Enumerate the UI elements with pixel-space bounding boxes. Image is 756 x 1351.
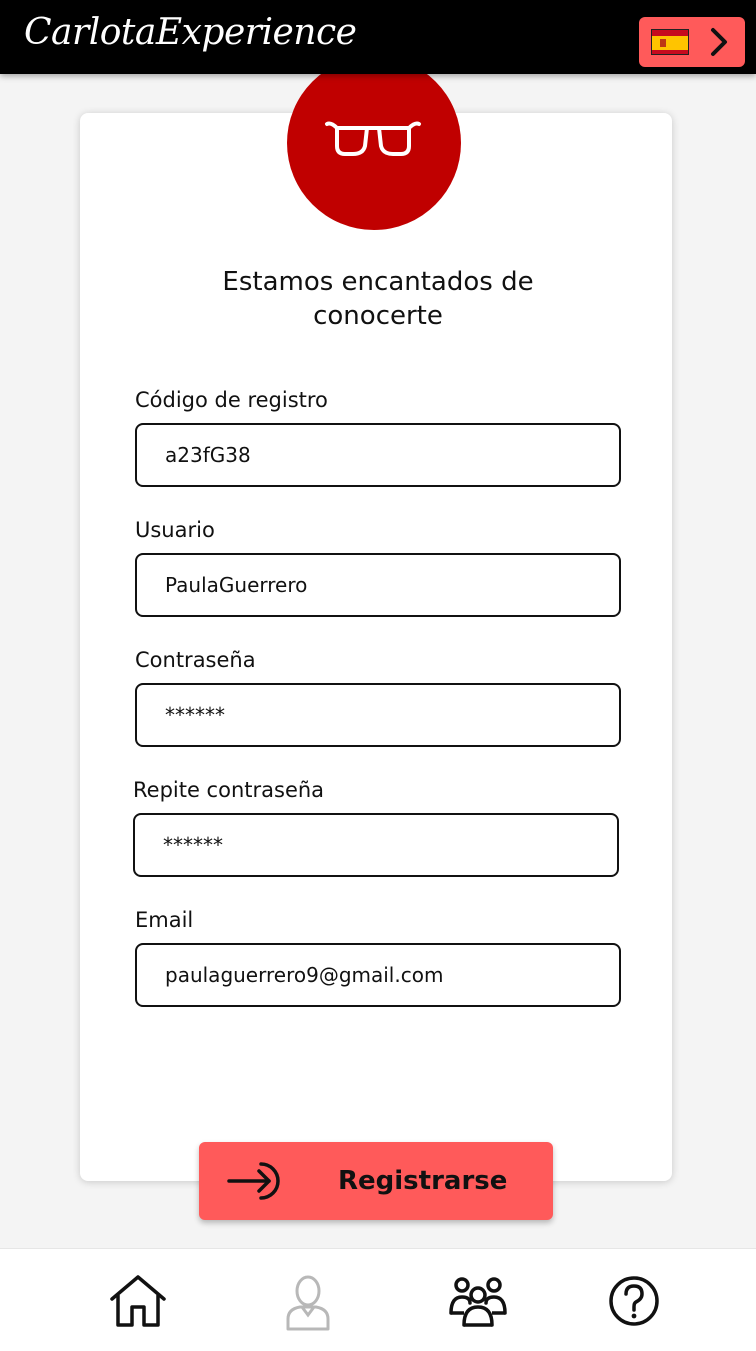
chevron-right-icon: [707, 27, 733, 61]
user-icon: [286, 1275, 330, 1331]
password-label: Contraseña: [135, 648, 256, 672]
group-icon: [449, 1277, 507, 1327]
email-field[interactable]: [135, 943, 621, 1007]
login-arrow-icon: [227, 1160, 287, 1206]
language-button[interactable]: [639, 17, 745, 67]
username-input[interactable]: [135, 553, 621, 617]
registration-code-label: Código de registro: [135, 388, 328, 412]
nav-community[interactable]: [448, 1273, 508, 1333]
page-title: Estamos encantados de conocerte: [222, 267, 534, 331]
nav-profile[interactable]: [278, 1273, 338, 1333]
glasses-icon: [325, 121, 421, 156]
repeat-password-input[interactable]: [133, 813, 619, 877]
bottom-nav: [0, 1248, 756, 1351]
register-button-label: Registrarse: [338, 1166, 508, 1196]
repeat-password-label: Repite contraseña: [133, 778, 325, 802]
avatar: [287, 56, 461, 230]
home-icon: [110, 1275, 166, 1327]
nav-home[interactable]: [108, 1273, 168, 1333]
nav-help[interactable]: [606, 1273, 666, 1333]
password-input[interactable]: [135, 683, 621, 747]
spain-flag-icon: [651, 29, 689, 55]
register-button[interactable]: Registrarse: [199, 1142, 553, 1220]
email-label: Email: [135, 908, 194, 932]
app-title: CarlotaExperience: [24, 12, 357, 53]
top-bar: CarlotaExperience: [0, 0, 756, 74]
registration-code-input[interactable]: [135, 423, 621, 487]
help-icon: [609, 1276, 659, 1326]
username-label: Usuario: [135, 518, 215, 542]
